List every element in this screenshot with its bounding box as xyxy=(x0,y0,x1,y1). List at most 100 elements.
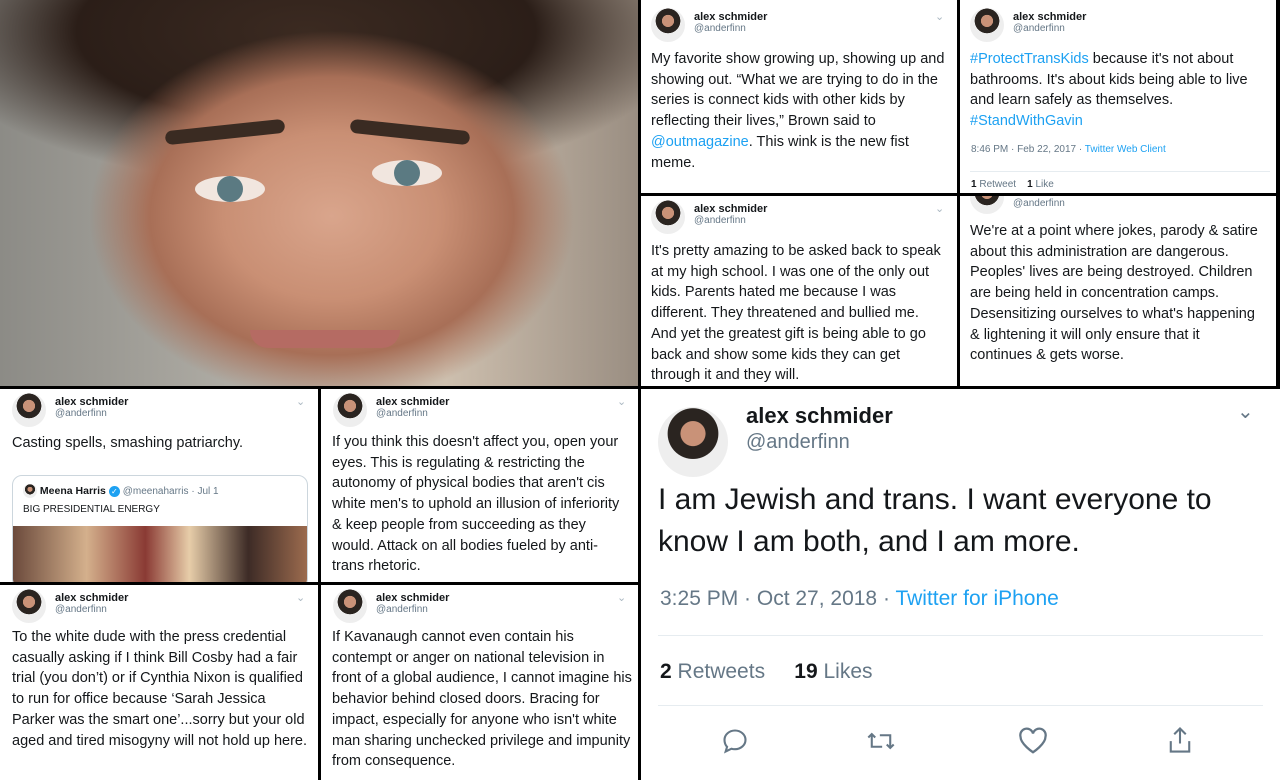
chevron-down-icon[interactable]: ⌄ xyxy=(935,10,944,23)
chevron-down-icon[interactable]: ⌄ xyxy=(617,591,626,604)
photo-eye-right xyxy=(372,160,442,186)
share-icon[interactable] xyxy=(1166,725,1194,762)
retweet-count[interactable]: 2 xyxy=(660,660,672,683)
user-name[interactable]: alex schmider xyxy=(1013,11,1086,23)
avatar[interactable] xyxy=(12,393,46,427)
tweet-card-protect: alex schmider @anderfinn #ProtectTransKi… xyxy=(960,0,1276,193)
tweet-header: alex schmider @anderfinn xyxy=(12,393,128,427)
user-handle[interactable]: @anderfinn xyxy=(55,408,128,419)
user-name[interactable]: alex schmider xyxy=(55,592,128,604)
profile-photo xyxy=(0,0,638,386)
chevron-down-icon[interactable]: ⌄ xyxy=(617,395,626,408)
like-label[interactable]: Likes xyxy=(823,660,872,683)
user-name[interactable]: alex schmider xyxy=(55,396,128,408)
tweet-client[interactable]: Twitter for iPhone xyxy=(895,587,1058,610)
tweet-card-cosby: alex schmider @anderfinn ⌄ To the white … xyxy=(0,585,318,780)
verified-icon: ✓ xyxy=(108,485,120,497)
tweet-text: I am Jewish and trans. I want everyone t… xyxy=(658,483,1212,558)
user-name[interactable]: alex schmider xyxy=(376,592,449,604)
quoted-tweet[interactable]: Meena Harris ✓ @meenaharris · Jul 1 BIG … xyxy=(12,475,308,582)
avatar[interactable] xyxy=(651,8,685,42)
tweet-header: alex schmider @anderfinn xyxy=(333,589,449,623)
tweet-card-kavanaugh: alex schmider @anderfinn ⌄ If Kavanaugh … xyxy=(321,585,638,780)
avatar[interactable] xyxy=(970,8,1004,42)
quote-text: BIG PRESIDENTIAL ENERGY xyxy=(23,504,160,515)
chevron-down-icon[interactable]: ⌄ xyxy=(296,395,305,408)
meta-separator: · xyxy=(882,587,890,610)
retweet-label: Retweet xyxy=(979,179,1017,190)
quote-date: · Jul 1 xyxy=(191,485,219,497)
tweet-text: If you think this doesn't affect you, op… xyxy=(332,434,620,575)
tweet-card-show: alex schmider @anderfinn ⌄ My favorite s… xyxy=(641,0,957,193)
tweet-header: alex schmider @anderfinn xyxy=(12,589,128,623)
tweet-stats: 1 Retweet 1 Like xyxy=(971,179,1054,190)
like-label: Like xyxy=(1035,179,1054,190)
tweet-client[interactable]: Twitter Web Client xyxy=(1085,144,1166,155)
tweet-text: To the white dude with the press credent… xyxy=(12,629,308,749)
like-count[interactable]: 19 xyxy=(794,660,817,683)
photo-brow-left xyxy=(164,118,286,146)
tweet-header: alex schmider @anderfinn xyxy=(651,200,767,234)
quote-user-name[interactable]: Meena Harris xyxy=(40,485,106,497)
user-name[interactable]: alex schmider xyxy=(694,11,767,23)
tweet-header: alex schmider @anderfinn xyxy=(333,393,449,427)
chevron-down-icon[interactable]: ⌄ xyxy=(296,591,305,604)
user-name[interactable]: alex schmider xyxy=(376,396,449,408)
tweet-text: We're at a point where jokes, parody & s… xyxy=(970,223,1258,364)
tweet-header: alex schmider @anderfinn xyxy=(970,8,1086,42)
like-count[interactable]: 1 xyxy=(1027,179,1033,190)
mention-link[interactable]: @outmagazine xyxy=(651,134,749,150)
user-handle[interactable]: @anderfinn xyxy=(1013,23,1086,34)
user-handle[interactable]: @anderfinn xyxy=(376,408,449,419)
retweet-count[interactable]: 1 xyxy=(971,179,977,190)
tweet-card-main: alex schmider @anderfinn ⌄ I am Jewish a… xyxy=(641,389,1280,780)
quote-avatar[interactable] xyxy=(23,484,37,498)
photo-brow-right xyxy=(349,118,471,146)
avatar[interactable] xyxy=(12,589,46,623)
tweet-timestamp: 3:25 PM · Oct 27, 2018 · Twitter for iPh… xyxy=(660,587,1059,611)
tweet-text-a: My favorite show growing up, showing up … xyxy=(651,51,945,130)
user-handle[interactable]: @anderfinn xyxy=(55,604,128,615)
avatar[interactable] xyxy=(333,589,367,623)
user-name[interactable]: alex schmider xyxy=(746,403,893,429)
tweet-text: My favorite show growing up, showing up … xyxy=(651,49,951,173)
user-handle[interactable]: @anderfinn xyxy=(1013,198,1065,209)
chevron-down-icon[interactable]: ⌄ xyxy=(935,202,944,215)
tweet-text: If Kavanaugh cannot even contain his con… xyxy=(332,629,632,770)
hashtag-link[interactable]: #StandWithGavin xyxy=(970,113,1083,129)
chevron-down-icon[interactable]: ⌄ xyxy=(1237,399,1254,424)
tweet-text: Casting spells, smashing patriarchy. xyxy=(12,435,244,451)
quote-media-image[interactable] xyxy=(13,526,307,582)
tweet-text: #ProtectTransKids because it's not about… xyxy=(970,49,1270,132)
avatar[interactable] xyxy=(970,196,1004,214)
avatar[interactable] xyxy=(651,200,685,234)
tweet-time[interactable]: 3:25 PM · Oct 27, 2018 xyxy=(660,587,877,610)
tweet-stats: 2 Retweets 19 Likes xyxy=(660,660,873,684)
tweet-text: It's pretty amazing to be asked back to … xyxy=(651,243,941,384)
user-handle[interactable]: @anderfinn xyxy=(746,431,850,454)
reply-icon[interactable] xyxy=(721,727,749,762)
avatar[interactable] xyxy=(333,393,367,427)
hashtag-link[interactable]: #ProtectTransKids xyxy=(970,51,1089,67)
divider xyxy=(658,705,1263,706)
tweet-time[interactable]: 8:46 PM · Feb 22, 2017 xyxy=(971,144,1076,155)
tweet-card-spells: alex schmider @anderfinn ⌄ Casting spell… xyxy=(0,389,318,582)
user-handle[interactable]: @anderfinn xyxy=(694,215,767,226)
tweet-card-autonomy: alex schmider @anderfinn ⌄ If you think … xyxy=(321,389,638,582)
avatar[interactable] xyxy=(658,407,728,477)
photo-mouth xyxy=(250,330,400,348)
user-name[interactable]: alex schmider xyxy=(694,203,767,215)
user-handle[interactable]: @anderfinn xyxy=(376,604,449,615)
tweet-card-satire: @anderfinn We're at a point where jokes,… xyxy=(960,196,1276,386)
tweet-card-school: alex schmider @anderfinn ⌄ It's pretty a… xyxy=(641,196,957,386)
tweet-header: alex schmider @anderfinn xyxy=(651,8,767,42)
quote-user-handle[interactable]: @meenaharris xyxy=(123,486,189,497)
divider xyxy=(970,171,1270,172)
heart-icon[interactable] xyxy=(1018,727,1048,762)
tweet-timestamp: 8:46 PM · Feb 22, 2017 · Twitter Web Cli… xyxy=(971,144,1166,155)
retweet-icon[interactable] xyxy=(866,727,896,762)
user-handle[interactable]: @anderfinn xyxy=(694,23,767,34)
photo-eye-left xyxy=(195,176,265,202)
retweet-label[interactable]: Retweets xyxy=(678,660,766,683)
divider xyxy=(658,635,1263,636)
